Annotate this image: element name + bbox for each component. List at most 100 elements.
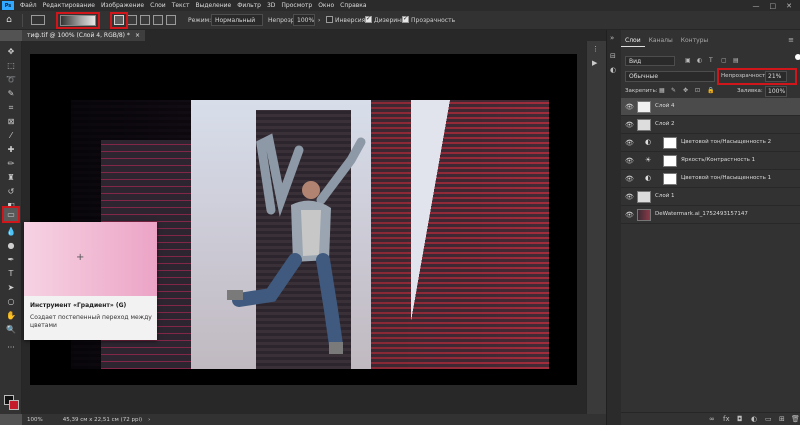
- lock-all-icon[interactable]: 🔒: [707, 87, 715, 95]
- diamond-gradient-button[interactable]: [166, 15, 176, 25]
- layer-mask: [663, 173, 677, 185]
- crop-tool-icon[interactable]: ⌗: [3, 101, 19, 114]
- blend-mode-select[interactable]: Обычные: [625, 71, 715, 82]
- menu-select[interactable]: Выделение: [192, 2, 234, 9]
- eye-icon[interactable]: 👁: [625, 211, 634, 219]
- pen-tool-icon[interactable]: ✒: [3, 253, 19, 266]
- move-tool-icon[interactable]: ✥: [3, 45, 19, 58]
- chevron-down-icon[interactable]: ›: [318, 17, 320, 24]
- menu-edit[interactable]: Редактирование: [40, 2, 98, 9]
- mode-select[interactable]: Нормальный: [211, 14, 263, 26]
- lock-row: Закрепить: ▦ ✎ ✥ ⊡ 🔒 Заливка: 100%: [621, 86, 800, 98]
- lock-transparency-icon[interactable]: ▦: [659, 87, 667, 95]
- eye-icon[interactable]: 👁: [625, 175, 634, 183]
- reflected-gradient-button[interactable]: [153, 15, 163, 25]
- properties-icon[interactable]: ⊟: [610, 52, 619, 61]
- shape-tool-icon[interactable]: ○: [3, 295, 19, 308]
- healing-tool-icon[interactable]: ✚: [3, 143, 19, 156]
- menu-help[interactable]: Справка: [337, 2, 369, 9]
- frame-tool-icon[interactable]: ⊠: [3, 115, 19, 128]
- type-tool-icon[interactable]: T: [3, 267, 19, 280]
- menu-3d[interactable]: 3D: [264, 2, 278, 9]
- type-filter-icon[interactable]: T: [709, 57, 717, 65]
- layer-filter-select[interactable]: Вид: [625, 56, 675, 66]
- play-icon[interactable]: ▶: [592, 59, 603, 69]
- menu-filter[interactable]: Фильтр: [234, 2, 264, 9]
- background-color-swatch[interactable]: [9, 400, 19, 410]
- dither-label: Дизеринг: [374, 17, 405, 24]
- layer-row[interactable]: 👁 Слой 2: [621, 116, 800, 134]
- path-select-tool-icon[interactable]: ➤: [3, 281, 19, 294]
- layer-row[interactable]: 👁 ☀ Яркость/Контрастность 1: [621, 152, 800, 170]
- folder-icon[interactable]: ▭: [765, 415, 774, 424]
- link-icon[interactable]: ∞: [709, 415, 718, 424]
- shape-filter-icon[interactable]: ▢: [721, 57, 729, 65]
- blur-tool-icon[interactable]: 💧: [3, 225, 19, 238]
- home-icon[interactable]: ⌂: [0, 11, 18, 30]
- adjustment-icon[interactable]: ◐: [751, 415, 760, 424]
- marquee-tool-icon[interactable]: ⬚: [3, 59, 19, 72]
- new-layer-icon[interactable]: ⊞: [779, 415, 788, 424]
- inverse-checkbox[interactable]: [326, 16, 333, 23]
- transparency-checkbox[interactable]: [402, 15, 409, 23]
- layer-row[interactable]: 👁 Слой 4: [621, 98, 800, 116]
- dodge-tool-icon[interactable]: ●: [3, 239, 19, 252]
- filter-toggle-icon[interactable]: [795, 54, 800, 60]
- lock-pixels-icon[interactable]: ✎: [671, 87, 679, 95]
- adjust-icon[interactable]: ◐: [610, 66, 619, 75]
- hand-tool-icon[interactable]: ✋: [3, 309, 19, 322]
- eye-icon[interactable]: 👁: [625, 157, 634, 165]
- fill-field[interactable]: 100%: [765, 86, 787, 97]
- collapse-icon[interactable]: »: [610, 34, 619, 43]
- lock-position-icon[interactable]: ✥: [683, 87, 691, 95]
- panel-menu-icon[interactable]: ≡: [788, 36, 794, 44]
- eye-icon[interactable]: 👁: [625, 103, 634, 111]
- dither-checkbox[interactable]: [365, 15, 372, 23]
- maximize-icon[interactable]: □: [770, 2, 777, 10]
- menu-layers[interactable]: Слои: [147, 2, 169, 9]
- mask-icon[interactable]: ◘: [737, 415, 746, 424]
- panel-dock: » ⊟ ◐: [607, 30, 621, 425]
- adjustment-filter-icon[interactable]: ◐: [697, 57, 705, 65]
- eye-icon[interactable]: 👁: [625, 121, 634, 129]
- tab-close-icon[interactable]: ×: [135, 32, 140, 39]
- lock-artboard-icon[interactable]: ⊡: [695, 87, 703, 95]
- tool-preset-icon[interactable]: [31, 15, 45, 25]
- layer-row[interactable]: 👁 ◐ Цветовой тон/Насыщенность 1: [621, 170, 800, 188]
- fx-icon[interactable]: fx: [723, 415, 732, 424]
- smart-object-filter-icon[interactable]: ▤: [733, 57, 741, 65]
- minimize-icon[interactable]: —: [753, 2, 760, 10]
- trash-icon[interactable]: 🗑: [791, 415, 800, 424]
- document-tab[interactable]: тиф.tif @ 100% (Слой 4, RGB/8) * ×: [22, 30, 145, 41]
- history-panel-icon[interactable]: ⋮: [592, 45, 603, 55]
- menu-image[interactable]: Изображение: [98, 2, 147, 9]
- menu-window[interactable]: Окно: [315, 2, 337, 9]
- history-brush-tool-icon[interactable]: ↺: [3, 185, 19, 198]
- crosshair-icon: +: [76, 252, 85, 263]
- chevron-right-icon[interactable]: ›: [148, 417, 150, 423]
- tab-layers[interactable]: Слои: [621, 36, 645, 47]
- image-filter-icon[interactable]: ▣: [685, 57, 693, 65]
- radial-gradient-button[interactable]: [127, 15, 137, 25]
- menu-view[interactable]: Просмотр: [278, 2, 315, 9]
- menu-type[interactable]: Текст: [169, 2, 193, 9]
- stamp-tool-icon[interactable]: ♜: [3, 171, 19, 184]
- zoom-level[interactable]: 100%: [27, 417, 43, 423]
- quick-select-tool-icon[interactable]: ✎: [3, 87, 19, 100]
- opacity-field[interactable]: 100%: [293, 14, 315, 26]
- zoom-tool-icon[interactable]: 🔍: [3, 323, 19, 336]
- lasso-tool-icon[interactable]: ➰: [3, 73, 19, 86]
- eye-icon[interactable]: 👁: [625, 193, 634, 201]
- angle-gradient-button[interactable]: [140, 15, 150, 25]
- close-icon[interactable]: ✕: [786, 2, 792, 10]
- layer-row[interactable]: 👁 ◐ Цветовой тон/Насыщенность 2: [621, 134, 800, 152]
- tab-channels[interactable]: Каналы: [645, 36, 677, 47]
- layer-row[interactable]: 👁 DeWatermark.ai_1752493157147: [621, 206, 800, 224]
- eyedropper-tool-icon[interactable]: ⁄: [3, 129, 19, 142]
- eye-icon[interactable]: 👁: [625, 139, 634, 147]
- tab-paths[interactable]: Контуры: [677, 36, 712, 47]
- layer-row[interactable]: 👁 Слой 1: [621, 188, 800, 206]
- more-tools-icon[interactable]: ···: [3, 341, 19, 354]
- menu-file[interactable]: Файл: [17, 2, 40, 9]
- brush-tool-icon[interactable]: ✏: [3, 157, 19, 170]
